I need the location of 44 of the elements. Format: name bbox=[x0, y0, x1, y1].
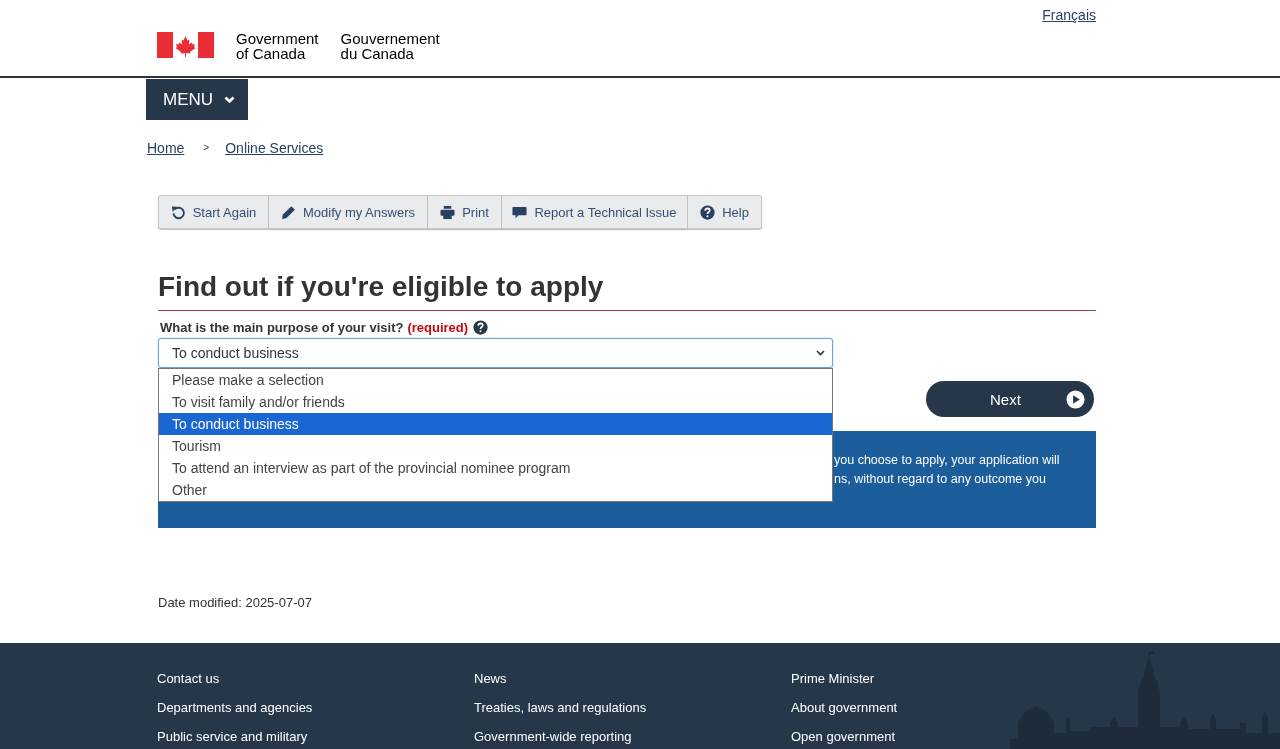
toolbar-button[interactable]: Modify my Answers bbox=[269, 195, 428, 229]
help-icon bbox=[700, 204, 716, 220]
speech-bubble-icon bbox=[512, 204, 528, 220]
dropdown-option[interactable]: Tourism bbox=[159, 435, 832, 457]
toolbar-button[interactable]: Start Again bbox=[158, 195, 269, 229]
footer-link[interactable]: Contact us bbox=[157, 670, 474, 688]
dropdown-option[interactable]: Other bbox=[159, 479, 832, 501]
footer-link[interactable]: About government bbox=[791, 699, 1010, 717]
page-title: Find out if you're eligible to apply bbox=[158, 269, 1096, 311]
breadcrumb-link[interactable]: Home bbox=[147, 138, 185, 158]
chevron-down-icon bbox=[816, 350, 825, 356]
required-marker: (required) bbox=[407, 319, 469, 335]
language-link[interactable]: Français bbox=[1042, 6, 1096, 24]
play-circle-icon bbox=[1066, 389, 1085, 409]
canada-flag-icon bbox=[157, 32, 214, 58]
signature-english: Government of Canada bbox=[236, 31, 319, 61]
select-field[interactable]: To conduct business bbox=[158, 338, 833, 368]
footer-link[interactable]: Public service and military bbox=[157, 728, 474, 746]
chevron-down-icon bbox=[224, 95, 236, 104]
footer-link[interactable]: News bbox=[474, 670, 791, 688]
footer-link[interactable]: Open government bbox=[791, 728, 1010, 746]
next-button[interactable]: Next bbox=[926, 381, 1094, 417]
dropdown-option[interactable]: To attend an interview as part of the provincial nominee program bbox=[159, 457, 832, 479]
breadcrumb-link[interactable]: Online Services bbox=[225, 138, 324, 158]
pencil-icon bbox=[281, 204, 296, 220]
question-label: What is the main purpose of your visit? bbox=[160, 319, 404, 335]
toolbar-button[interactable]: Report a Technical Issue bbox=[502, 195, 688, 229]
footer-link[interactable]: Prime Minister bbox=[791, 670, 1010, 688]
footer-link[interactable]: Government-wide reporting bbox=[474, 728, 791, 746]
toolbar-button[interactable]: Help bbox=[688, 195, 762, 229]
footer-link[interactable]: Treaties, laws and regulations bbox=[474, 699, 791, 717]
dropdown-option[interactable]: Please make a selection bbox=[159, 369, 832, 391]
signature-french: Gouvernement du Canada bbox=[340, 31, 440, 61]
breadcrumb-separator: > bbox=[203, 141, 210, 155]
help-icon bbox=[473, 319, 489, 335]
date-modified: Date modified: 2025-07-07 bbox=[158, 594, 313, 612]
dropdown-option[interactable]: To conduct business bbox=[159, 413, 832, 435]
notice-text: you choose to apply, your application will ns, without regard to any outcome you bbox=[834, 452, 1061, 488]
printer-icon bbox=[440, 204, 456, 220]
dropdown-option[interactable]: To visit family and/or friends bbox=[159, 391, 832, 413]
restart-icon bbox=[170, 204, 186, 220]
footer-link[interactable]: Departments and agencies bbox=[157, 699, 474, 717]
toolbar-button[interactable]: Print bbox=[428, 195, 502, 229]
menu-button[interactable]: MENU bbox=[146, 79, 248, 120]
